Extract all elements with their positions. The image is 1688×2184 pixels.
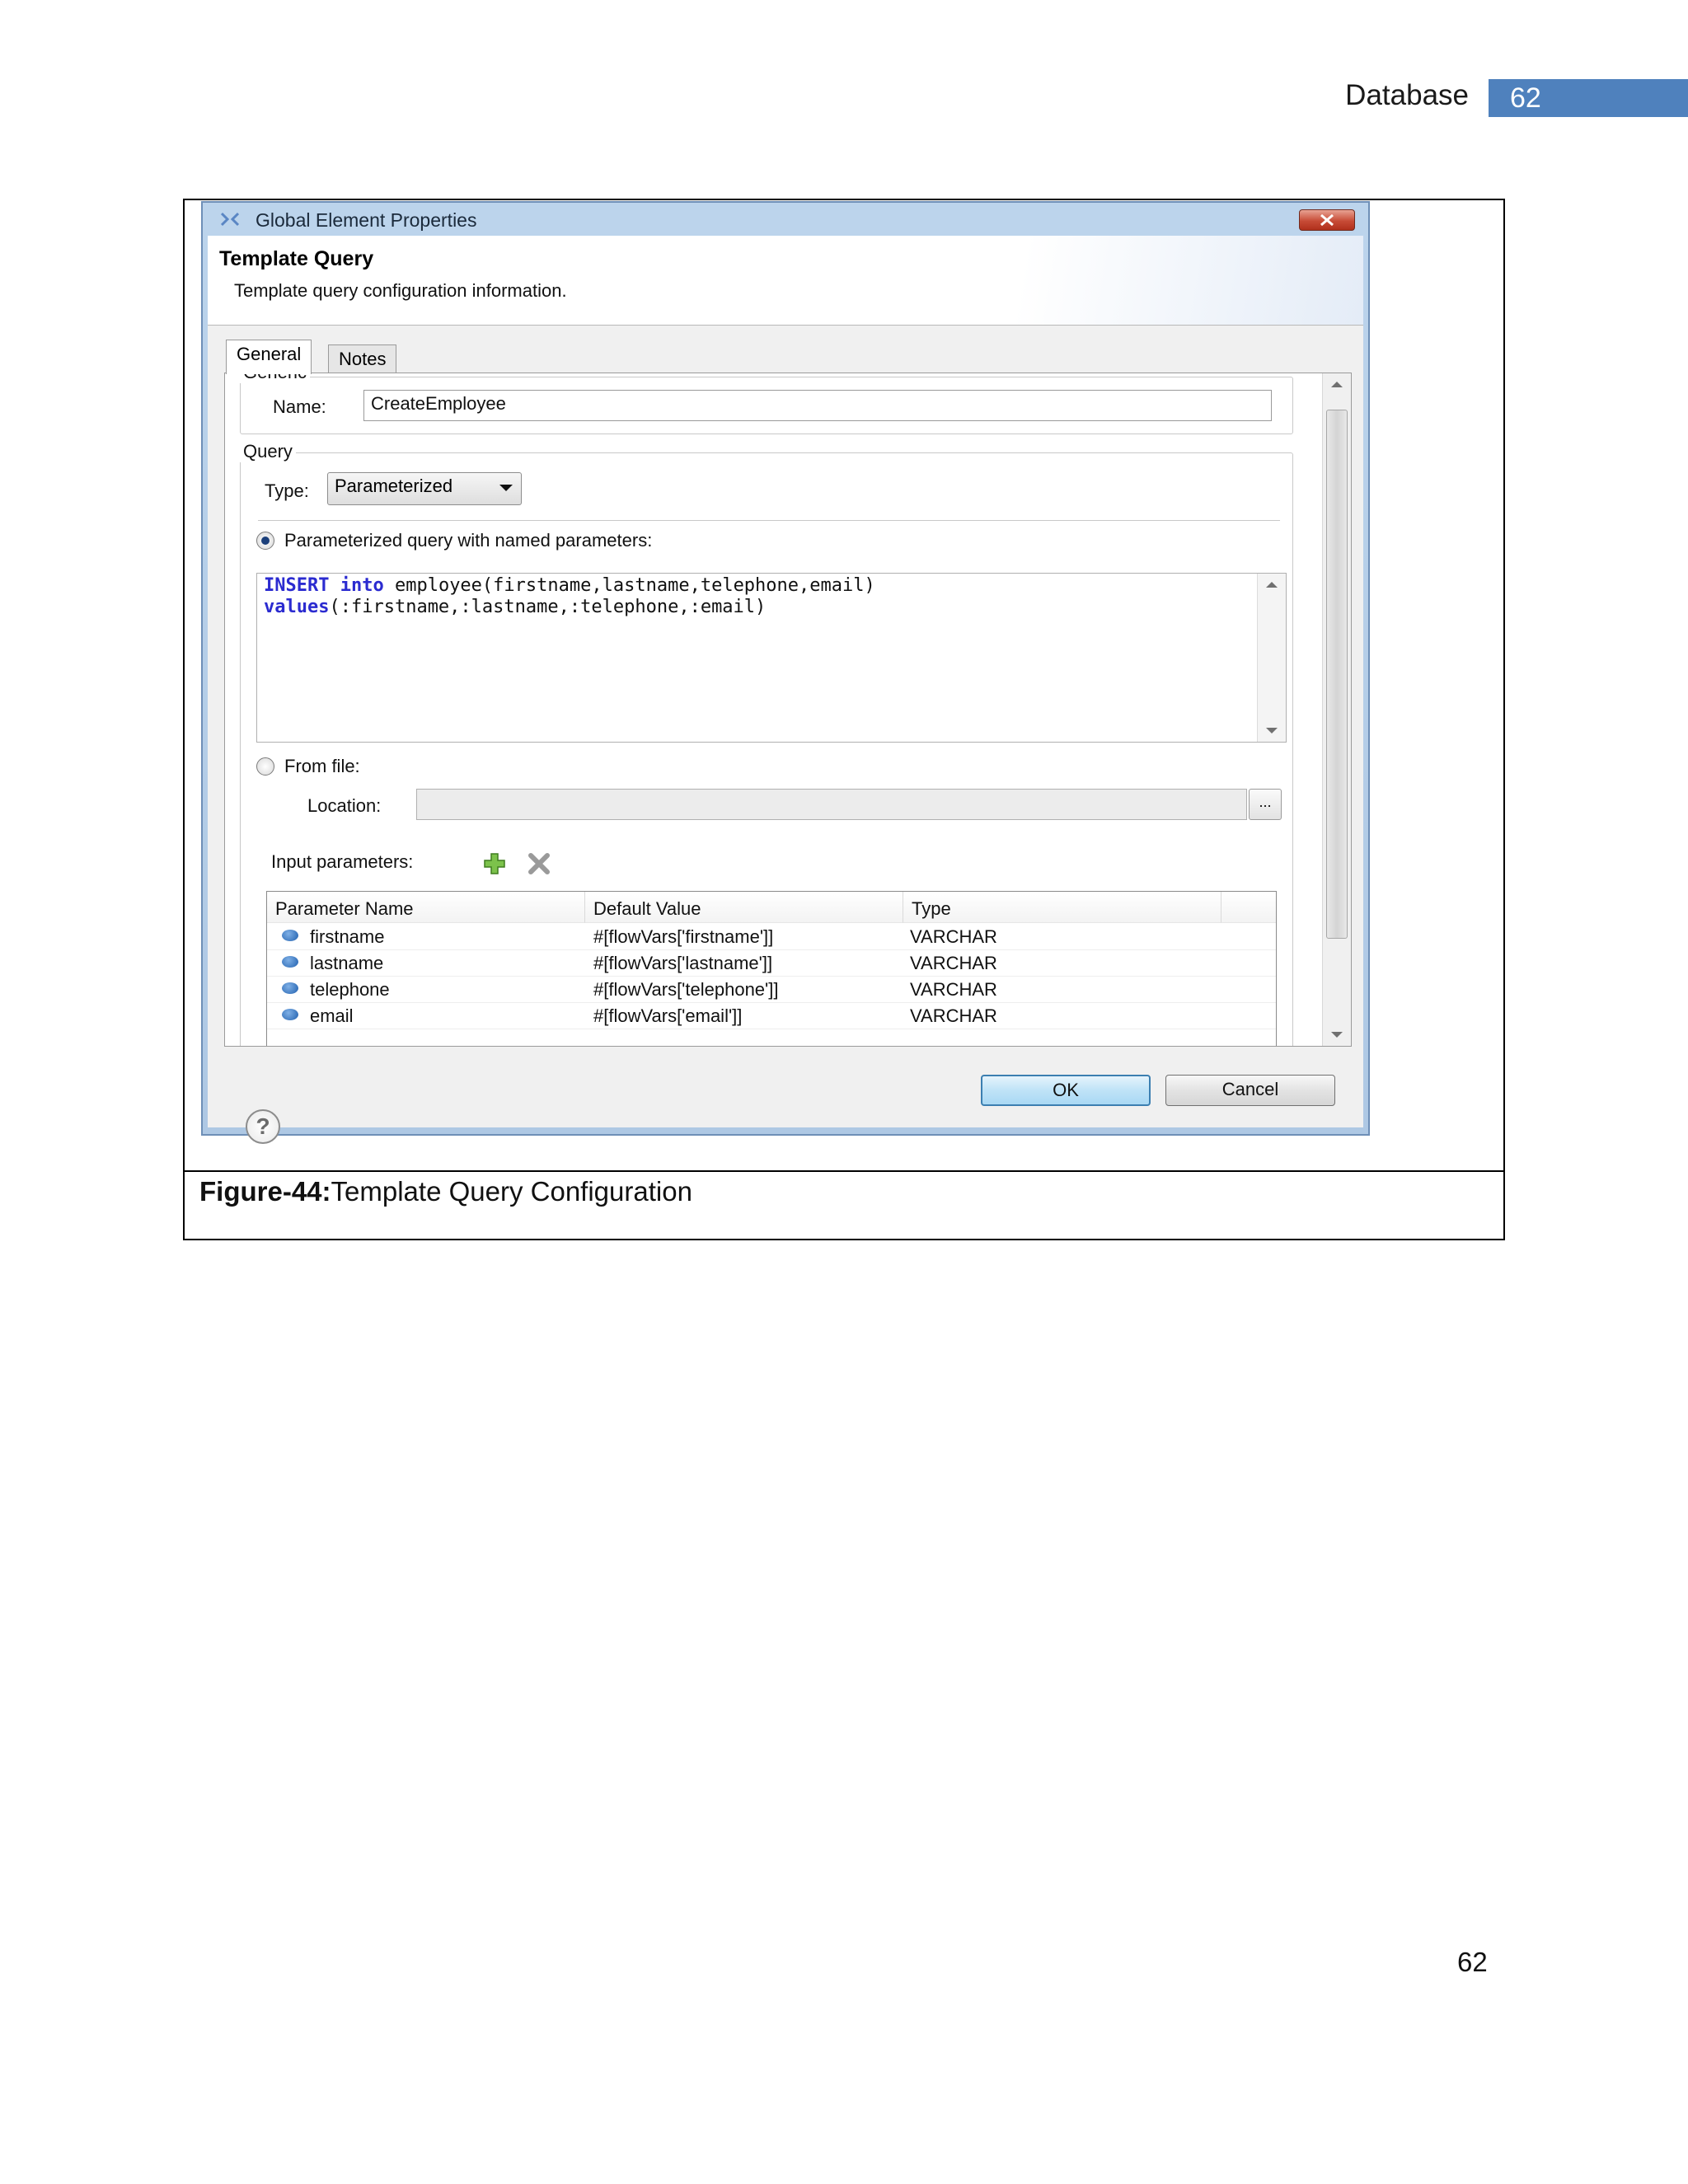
close-button[interactable]: [1299, 209, 1355, 231]
header-page-number: 62: [1510, 82, 1541, 114]
tab-notes[interactable]: Notes: [328, 344, 397, 374]
parameter-name: email: [310, 1005, 354, 1026]
scroll-down-arrow-icon[interactable]: [1266, 728, 1278, 733]
header-page-badge: 62: [1489, 79, 1688, 117]
table-row[interactable]: firstname #[flowVars['firstname']] VARCH…: [267, 923, 1276, 950]
type-select[interactable]: Parameterized: [327, 472, 522, 505]
query-code-line-2: values(:firstname,:lastname,:telephone,:…: [264, 597, 767, 617]
parameter-icon: [282, 956, 298, 968]
table-row[interactable]: telephone #[flowVars['telephone']] VARCH…: [267, 976, 1276, 1003]
app-icon: [221, 212, 239, 227]
close-icon: [1320, 214, 1334, 226]
parameter-default: #[flowVars['telephone']]: [593, 979, 779, 1000]
page-number: 62: [1457, 1947, 1488, 1977]
banner-title: Template Query: [219, 247, 374, 270]
parameter-default: #[flowVars['firstname']]: [593, 926, 774, 947]
from-file-label: From file:: [284, 756, 360, 776]
general-tab-panel: Generic Name: CreateEmployee Query Type:…: [224, 373, 1352, 1047]
cancel-button[interactable]: Cancel: [1165, 1075, 1335, 1106]
query-group-legend: Query: [240, 441, 296, 462]
name-label: Name:: [273, 396, 326, 417]
parameter-name: firstname: [310, 926, 385, 947]
type-select-value: Parameterized: [335, 476, 453, 496]
tab-general[interactable]: General: [226, 340, 312, 374]
dialog-titlebar[interactable]: Global Element Properties: [203, 203, 1368, 236]
parameterized-query-label: Parameterized query with named parameter…: [284, 530, 653, 551]
parameters-table: Parameter Name Default Value Type firstn…: [266, 891, 1277, 1046]
scroll-down-arrow-icon[interactable]: [1331, 1032, 1343, 1038]
banner-description: Template query configuration information…: [234, 280, 567, 301]
parameter-type: VARCHAR: [910, 1005, 997, 1026]
location-label: Location:: [307, 795, 382, 816]
panel-scrollbar[interactable]: [1322, 373, 1351, 1046]
parameter-icon: [282, 930, 298, 941]
input-parameters-label: Input parameters:: [271, 851, 414, 872]
scrollbar-thumb[interactable]: [1326, 410, 1348, 939]
parameter-icon: [282, 982, 298, 994]
name-field[interactable]: CreateEmployee: [363, 390, 1272, 421]
chevron-down-icon: [499, 485, 513, 491]
parameter-name: lastname: [310, 953, 384, 973]
parameter-default: #[flowVars['lastname']]: [593, 953, 773, 973]
column-header-type[interactable]: Type: [903, 892, 1221, 923]
dialog-body: Template Query Template query configurat…: [208, 236, 1363, 1144]
column-header-default-value[interactable]: Default Value: [585, 892, 903, 923]
query-separator: [258, 520, 1280, 521]
figure-caption: Figure-44:Template Query Configuration: [199, 1176, 692, 1207]
scroll-up-arrow-icon[interactable]: [1331, 382, 1343, 387]
parameter-type: VARCHAR: [910, 926, 997, 947]
browse-button[interactable]: ...: [1249, 789, 1282, 820]
column-header-parameter-name[interactable]: Parameter Name: [267, 892, 585, 923]
parameter-type: VARCHAR: [910, 979, 997, 1000]
query-code-line-1: INSERT into employee(firstname,lastname,…: [264, 575, 875, 596]
remove-parameter-icon[interactable]: [527, 851, 551, 876]
dialog-banner: Template Query Template query configurat…: [208, 236, 1363, 326]
from-file-radio[interactable]: [256, 757, 274, 776]
ok-button[interactable]: OK: [981, 1075, 1151, 1106]
parameter-icon: [282, 1009, 298, 1020]
table-row[interactable]: email #[flowVars['email']] VARCHAR: [267, 1002, 1276, 1029]
parameter-type: VARCHAR: [910, 953, 997, 973]
table-row[interactable]: lastname #[flowVars['lastname']] VARCHAR: [267, 949, 1276, 977]
parameterized-query-radio[interactable]: [256, 532, 274, 550]
scroll-up-arrow-icon[interactable]: [1266, 582, 1278, 588]
add-parameter-icon[interactable]: [482, 851, 507, 876]
help-icon[interactable]: ?: [246, 1109, 280, 1144]
parameter-default: #[flowVars['email']]: [593, 1005, 743, 1026]
running-header-section: Database: [1345, 79, 1469, 111]
parameter-name: telephone: [310, 979, 390, 1000]
type-label: Type:: [265, 480, 309, 501]
figure-caption-text: Template Query Configuration: [331, 1176, 692, 1207]
figure-table-divider: [185, 1170, 1503, 1172]
global-element-properties-dialog: Global Element Properties Template Query…: [201, 201, 1370, 1144]
column-header-filler: [1221, 892, 1276, 923]
editor-scrollbar[interactable]: [1257, 574, 1286, 742]
figure-caption-label: Figure-44:: [199, 1176, 331, 1207]
dialog-title: Global Element Properties: [256, 209, 477, 231]
query-text-editor[interactable]: INSERT into employee(firstname,lastname,…: [256, 573, 1287, 743]
location-field[interactable]: [416, 789, 1247, 820]
